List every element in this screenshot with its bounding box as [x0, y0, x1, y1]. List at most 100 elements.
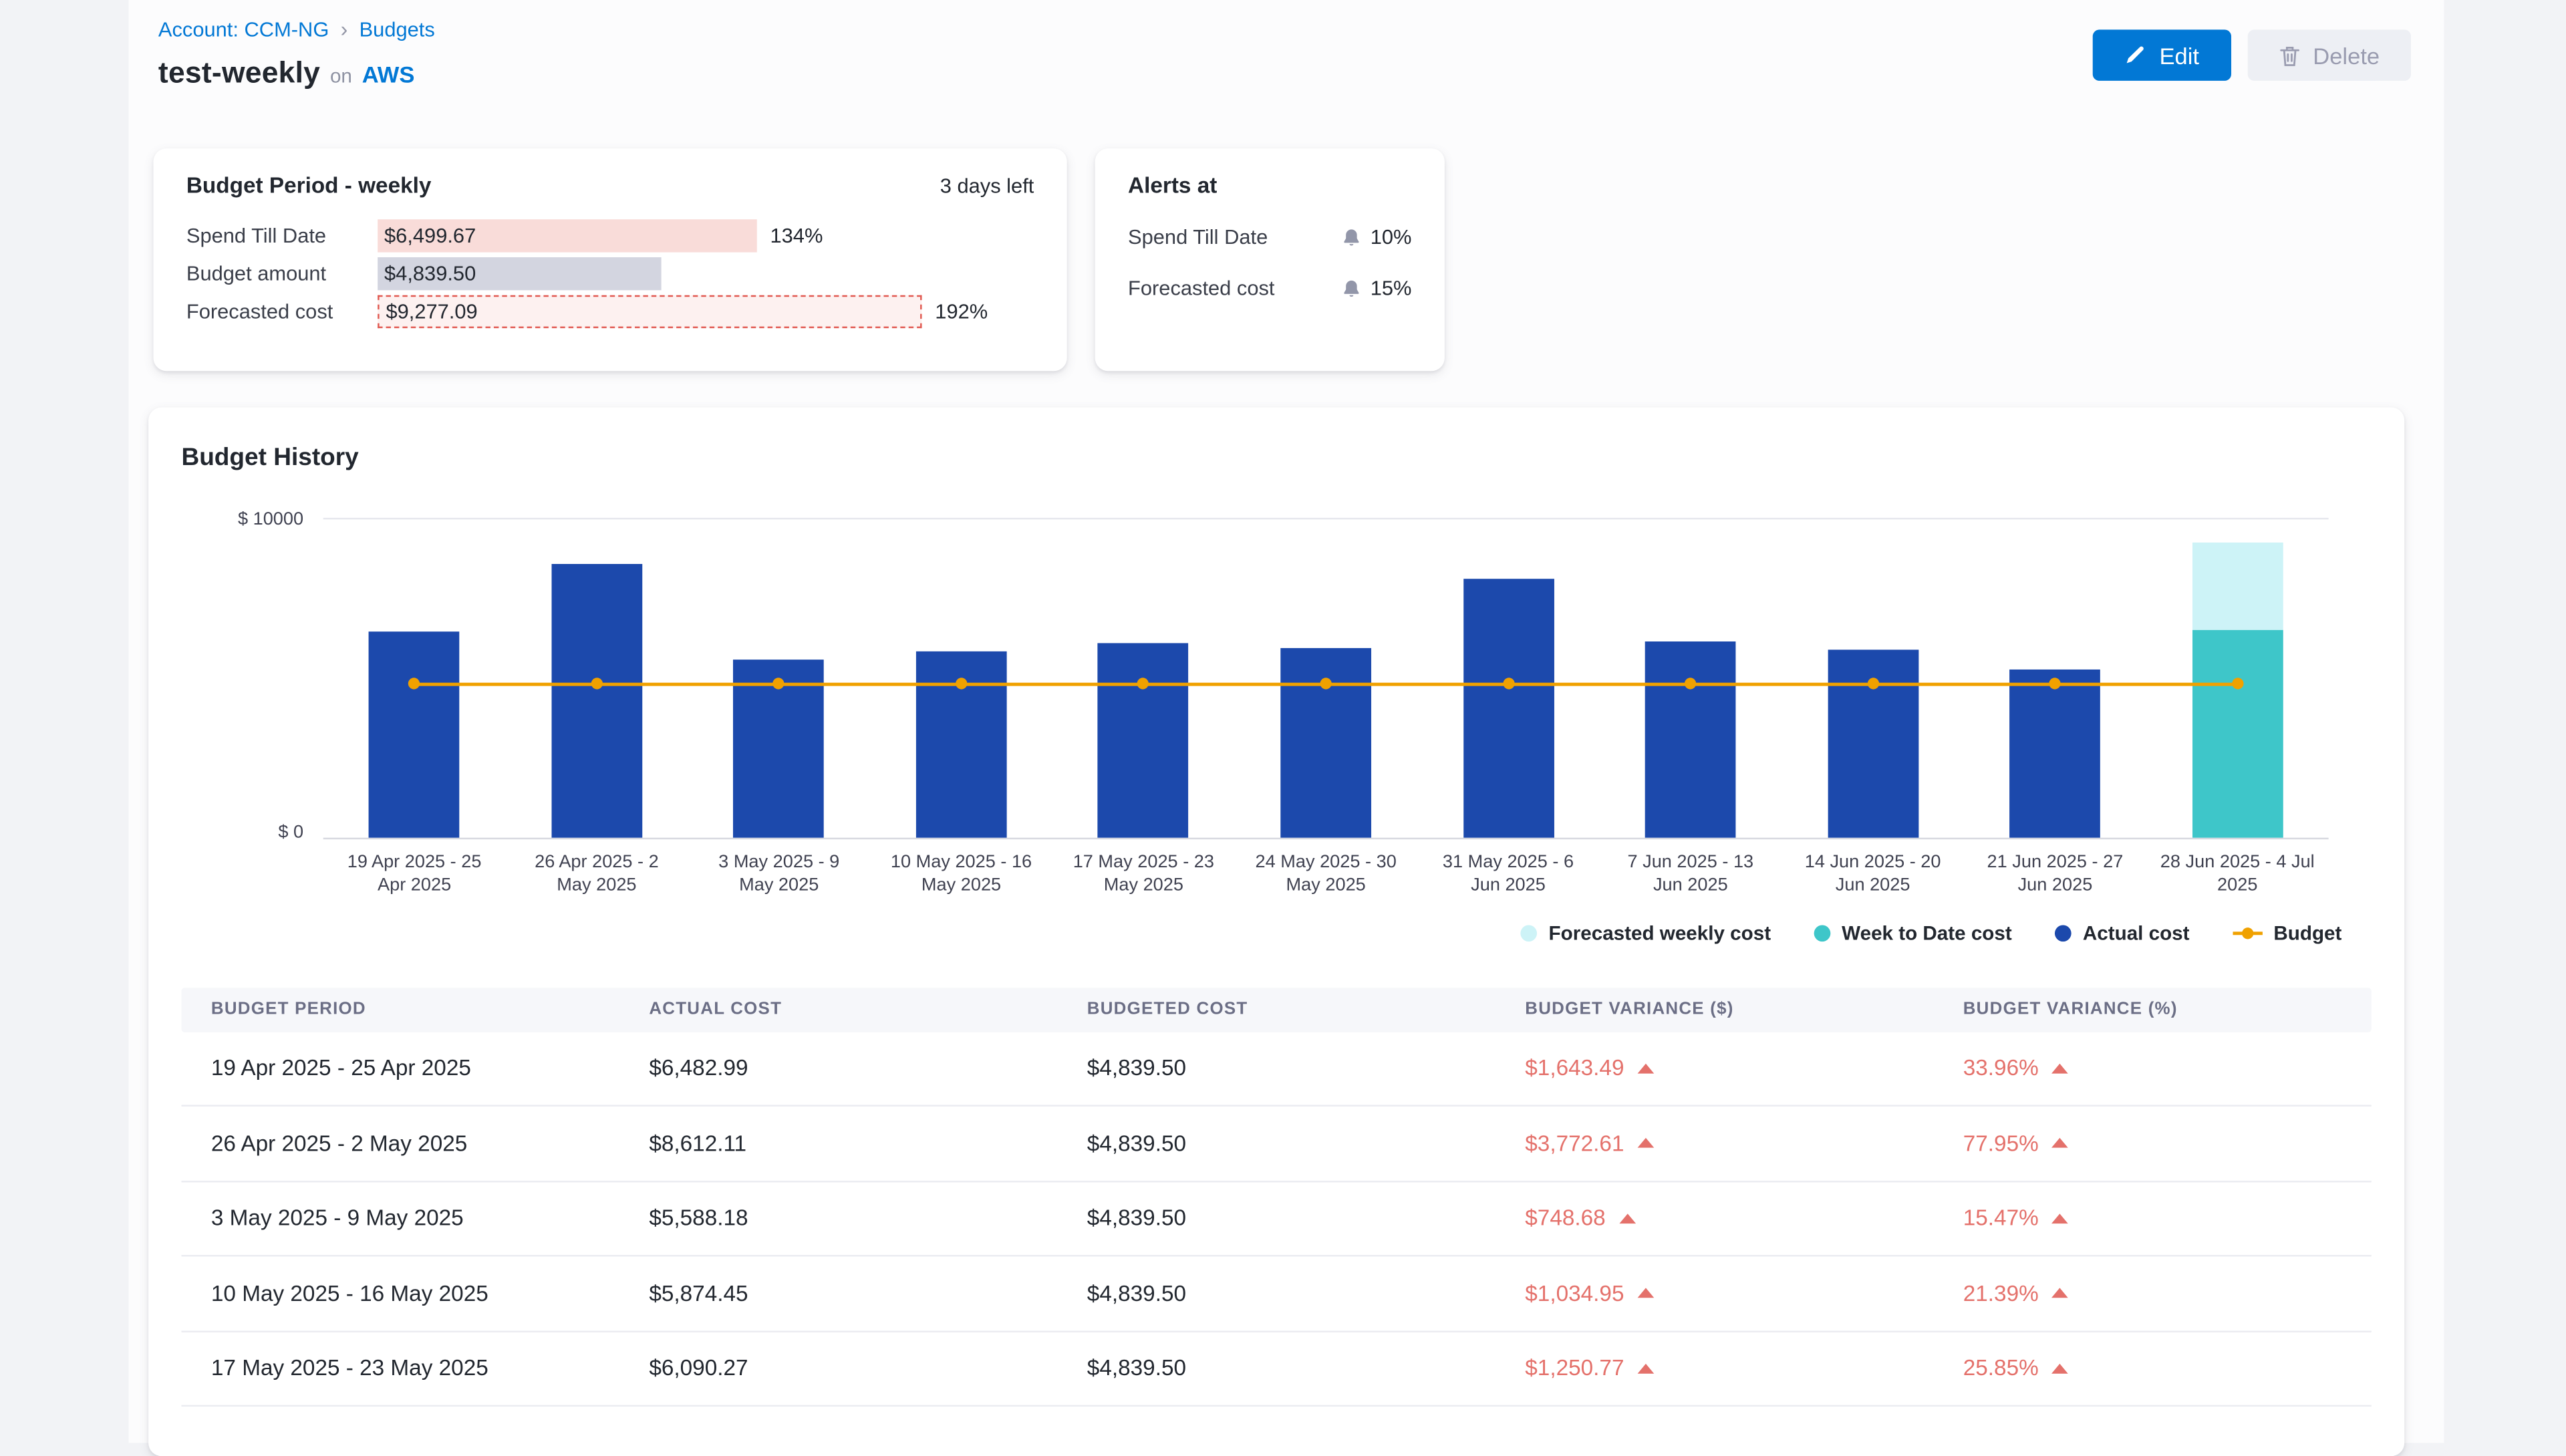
- budgeted-cost-cell: $4,839.50: [1057, 1206, 1495, 1231]
- delete-button[interactable]: Delete: [2247, 29, 2411, 81]
- chart-x-label: 26 Apr 2025 - 2 May 2025: [506, 851, 688, 898]
- caret-up-icon: [2051, 1063, 2068, 1073]
- bell-icon: [1340, 278, 1362, 299]
- budget-period-row: Forecasted cost$9,277.09192%: [186, 295, 1034, 328]
- budget-history-panel: Budget History $ 10000 $ 0 19 Apr 2025 -…: [148, 408, 2404, 1456]
- title-row: test-weekly on AWS: [158, 56, 435, 91]
- budgeted-cost-cell: $4,839.50: [1057, 1281, 1495, 1306]
- caret-up-icon: [2051, 1288, 2068, 1298]
- budget-line-marker[interactable]: [2049, 678, 2061, 690]
- variance-value: $3,772.61: [1525, 1131, 1624, 1156]
- budget-bar: $4,839.50: [378, 257, 661, 290]
- budget-period-row: Spend Till Date$6,499.67134%: [186, 219, 1034, 252]
- legend-item-label: Budget: [2273, 921, 2341, 945]
- variance-value: 15.47%: [1963, 1206, 2039, 1231]
- chart-x-label: 19 Apr 2025 - 25 Apr 2025: [323, 851, 506, 898]
- budget-line-marker[interactable]: [956, 678, 967, 690]
- legend-item-actual-cost[interactable]: Actual cost: [2055, 921, 2190, 945]
- trash-icon: [2278, 43, 2299, 67]
- caret-up-icon: [1637, 1139, 1654, 1149]
- forecast-bar: $9,277.09: [378, 295, 921, 328]
- budget-period-row-label: Forecasted cost: [186, 300, 378, 323]
- header-left: Account: CCM-NG › Budgets test-weekly on…: [158, 17, 435, 91]
- breadcrumb-account-link[interactable]: Account: CCM-NG: [158, 17, 329, 41]
- table-header-cell: BUDGET VARIANCE ($): [1495, 1000, 1933, 1020]
- legend-item-label: Actual cost: [2083, 921, 2190, 945]
- budget-period-row-value: $9,277.09: [380, 300, 478, 323]
- budget-variance-pct-cell: 25.85%: [1933, 1356, 2371, 1380]
- actual-cost-bar[interactable]: [369, 631, 460, 838]
- budget-line-marker[interactable]: [1138, 678, 1149, 690]
- budget-history-table: BUDGET PERIODACTUAL COSTBUDGETED COSTBUD…: [181, 987, 2371, 1407]
- header-actions: Edit Delete: [2094, 29, 2411, 81]
- budgeted-cost-cell: $4,839.50: [1057, 1356, 1495, 1380]
- actual-cost-bar[interactable]: [1645, 642, 1736, 838]
- chart-column: [323, 519, 506, 837]
- alert-row-threshold: 10%: [1340, 226, 1411, 249]
- caret-up-icon: [2051, 1364, 2068, 1374]
- alerts-card: Alerts at Spend Till Date10%Forecasted c…: [1095, 148, 1445, 371]
- budget-period-cell: 17 May 2025 - 23 May 2025: [181, 1356, 619, 1380]
- variance-value: $748.68: [1525, 1206, 1605, 1231]
- budget-line-marker[interactable]: [591, 678, 602, 690]
- chart-x-label: 3 May 2025 - 9 May 2025: [688, 851, 870, 898]
- chart-legend: Forecasted weekly cost Week to Date cost A…: [181, 921, 2371, 945]
- actual-cost-bar[interactable]: [2010, 670, 2101, 837]
- legend-item-label: Forecasted weekly cost: [1549, 921, 1771, 945]
- budget-line-marker[interactable]: [1502, 678, 1514, 690]
- legend-marker-icon: [2055, 924, 2072, 941]
- budget-line-marker[interactable]: [2232, 678, 2243, 690]
- variance-value: 25.85%: [1963, 1356, 2039, 1380]
- y-axis-tick-top: $ 10000: [181, 510, 303, 530]
- variance-value: 33.96%: [1963, 1056, 2039, 1080]
- budget-variance-usd-cell: $1,643.49: [1495, 1056, 1933, 1080]
- legend-item-week-to-date-cost[interactable]: Week to Date cost: [1814, 921, 2012, 945]
- chart-x-label: 31 May 2025 - 6 Jun 2025: [1417, 851, 1600, 898]
- actual-cost-bar[interactable]: [1098, 644, 1189, 838]
- chart-x-label: 17 May 2025 - 23 May 2025: [1052, 851, 1235, 898]
- alert-row-label: Forecasted cost: [1128, 277, 1274, 301]
- budget-period-cell: 3 May 2025 - 9 May 2025: [181, 1206, 619, 1231]
- chart-column: [1599, 519, 1781, 837]
- caret-up-icon: [1618, 1213, 1635, 1223]
- budget-legend-dot-icon: [2241, 927, 2253, 938]
- table-row: 17 May 2025 - 23 May 2025$6,090.27$4,839…: [181, 1332, 2371, 1407]
- breadcrumb-budgets-link[interactable]: Budgets: [360, 17, 435, 41]
- caret-up-icon: [2051, 1139, 2068, 1149]
- legend-item-forecasted-weekly-cost[interactable]: Forecasted weekly cost: [1521, 921, 1771, 945]
- legend-item-budget[interactable]: Budget: [2233, 921, 2342, 945]
- budget-line-marker[interactable]: [773, 678, 785, 690]
- chart-column: [870, 519, 1052, 837]
- actual-cost-cell: $5,874.45: [619, 1281, 1057, 1306]
- actual-cost-bar[interactable]: [1463, 579, 1554, 838]
- actual-cost-bar[interactable]: [551, 564, 642, 838]
- actual-cost-bar[interactable]: [1280, 648, 1371, 837]
- budget-variance-usd-cell: $3,772.61: [1495, 1131, 1933, 1156]
- budget-variance-pct-cell: 21.39%: [1933, 1281, 2371, 1306]
- budget-period-bar-area: $9,277.09192%: [378, 295, 988, 328]
- budget-period-card-head: Budget Period - weekly 3 days left: [186, 173, 1034, 198]
- table-row: 26 Apr 2025 - 2 May 2025$8,612.11$4,839.…: [181, 1107, 2371, 1181]
- caret-up-icon: [1637, 1063, 1654, 1073]
- alerts-card-head: Alerts at: [1128, 173, 1411, 198]
- budget-period-row-value: $6,499.67: [378, 225, 476, 248]
- budget-period-row: Budget amount$4,839.50: [186, 257, 1034, 290]
- alert-threshold-value: 10%: [1371, 226, 1412, 249]
- budget-line-marker[interactable]: [1867, 678, 1878, 690]
- edit-button[interactable]: Edit: [2094, 29, 2231, 81]
- budgeted-cost-cell: $4,839.50: [1057, 1056, 1495, 1080]
- chart-x-label: 28 Jun 2025 - 4 Jul 2025: [2146, 851, 2329, 898]
- budget-legend-marker-icon: [2233, 931, 2262, 934]
- caret-up-icon: [1637, 1364, 1654, 1374]
- table-row: 19 Apr 2025 - 25 Apr 2025$6,482.99$4,839…: [181, 1032, 2371, 1107]
- budget-line-marker[interactable]: [408, 678, 420, 690]
- budget-line-marker[interactable]: [1685, 678, 1696, 690]
- budget-variance-usd-cell: $748.68: [1495, 1206, 1933, 1231]
- week-to-date-bar[interactable]: [2192, 629, 2283, 838]
- actual-cost-cell: $6,090.27: [619, 1356, 1057, 1380]
- page: Account: CCM-NG › Budgets test-weekly on…: [0, 0, 2566, 1443]
- budget-line-marker[interactable]: [1320, 678, 1332, 690]
- alert-rows: Spend Till Date10%Forecasted cost15%: [1128, 226, 1411, 300]
- forecasted-cost-bar[interactable]: [2192, 543, 2283, 629]
- chart-title: Budget History: [181, 444, 2371, 472]
